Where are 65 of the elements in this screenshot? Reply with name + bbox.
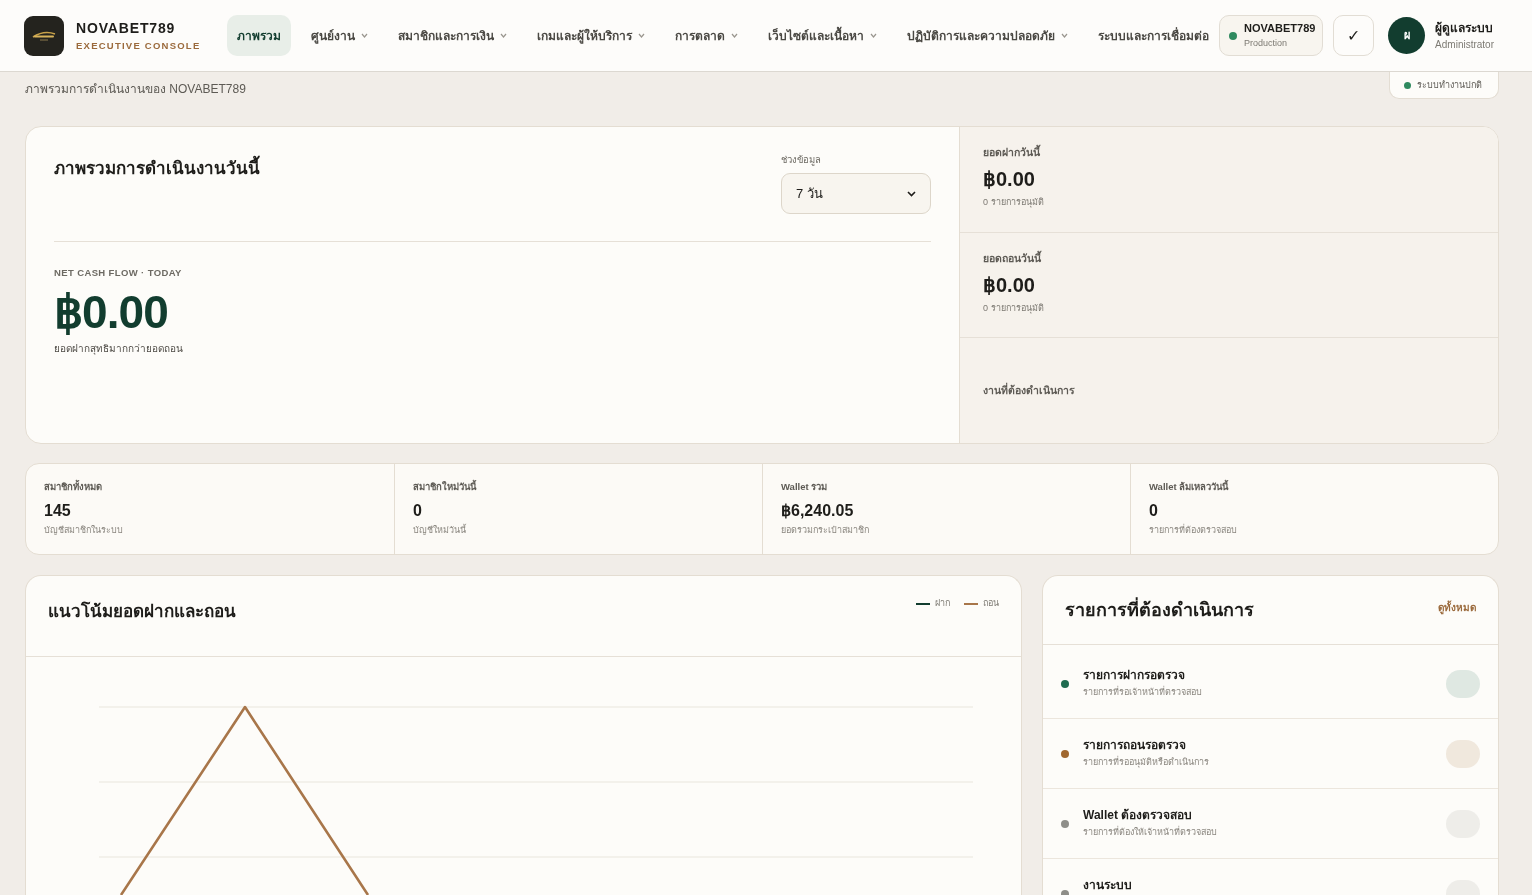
nav-tab[interactable]: ศูนย์งาน (301, 15, 379, 56)
stat-note: บัญชีสมาชิกในระบบ (44, 525, 123, 536)
stat-label: สมาชิกใหม่วันนี้ (413, 481, 476, 493)
net-cash-flow-amount: ฿0.00 (54, 288, 168, 336)
system-status-text: ระบบทำงานปกติ (1417, 79, 1482, 91)
stat-note: บัญชีใหม่วันนี้ (413, 525, 466, 536)
page-subtitle: ภาพรวมการดำเนินงานของ NOVABET789 (25, 82, 246, 96)
legend-label: ถอน (983, 598, 999, 609)
status-dot-icon (1404, 81, 1411, 89)
range-label: ช่วงข้อมูล (781, 154, 822, 166)
user-role: Administrator (1435, 38, 1494, 51)
task-subtitle: รายการที่ต้องให้เจ้าหน้าที่ตรวจสอบ (1083, 827, 1217, 838)
summary-note: 0 รายการอนุมัติ (983, 302, 1044, 314)
environment-selector[interactable]: NOVABET789 Production (1219, 15, 1324, 56)
nav-tab[interactable]: สมาชิกและการเงิน (388, 15, 518, 56)
chevron-down-icon (907, 190, 916, 197)
task-title: รายการถอนรอตรวจ (1083, 738, 1186, 753)
count-pill (1446, 669, 1480, 698)
task-subtitle: รายการที่รอเจ้าหน้าที่ตรวจสอบ (1083, 687, 1202, 698)
stat-label: Wallet รวม (781, 481, 828, 493)
net-cash-flow-note: ยอดฝากสุทธิมากกว่ายอดถอน (54, 343, 183, 355)
brand-name: NOVABET789 (76, 19, 177, 36)
logo-icon[interactable] (24, 15, 64, 56)
stat-label: Wallet ล้มเหลววันนี้ (1149, 481, 1229, 493)
summary-label: งานที่ต้องดำเนินการ (983, 384, 1075, 398)
task-row[interactable]: รายการฝากรอตรวจ รายการที่รอเจ้าหน้าที่ตรวจสอบ (1043, 649, 1498, 719)
summary-amount: ฿0.00 (983, 168, 1035, 190)
task-row[interactable]: Wallet ต้องตรวจสอบ รายการที่ต้องให้เจ้าหน้าที่ตรวจสอบ (1043, 789, 1498, 859)
nav-tab[interactable]: การตลาด (665, 15, 749, 56)
tasks-title: รายการที่ต้องดำเนินการ (1065, 599, 1254, 621)
environment-stage: Production (1244, 38, 1289, 49)
summary-label: ยอดถอนวันนี้ (983, 251, 1041, 265)
legend-label: ฝาก (935, 598, 950, 609)
task-subtitle: รายการที่รออนุมัติหรือดำเนินการ (1083, 757, 1209, 768)
brand-tagline: EXECUTIVE CONSOLE (76, 39, 202, 52)
task-title: งานระบบ (1083, 878, 1132, 893)
status-dot-icon (1229, 31, 1238, 40)
stat-label: สมาชิกทั้งหมด (44, 481, 102, 493)
count-pill (1446, 739, 1480, 768)
nav-tab[interactable]: ระบบและการเชื่อมต่อ (1088, 15, 1220, 56)
task-row[interactable]: รายการถอนรอตรวจ รายการที่รออนุมัติหรือดำเนินการ (1043, 719, 1498, 789)
net-cash-flow-label: NET CASH FLOW · TODAY (54, 267, 182, 279)
nav-tab[interactable]: เว็บไซต์และเนื้อหา (758, 15, 888, 56)
check-button[interactable]: ✓ (1333, 15, 1375, 56)
task-title: Wallet ต้องตรวจสอบ (1083, 808, 1193, 823)
task-row[interactable]: งานระบบ (1043, 859, 1498, 895)
stat-value: 0 (1149, 501, 1158, 520)
user-avatar[interactable]: ผ (1388, 17, 1426, 54)
task-title: รายการฝากรอตรวจ (1083, 668, 1185, 683)
stat-value: ฿6,240.05 (781, 501, 854, 520)
stat-value: 0 (413, 501, 422, 520)
view-all-link[interactable]: ดูทั้งหมด (1438, 599, 1476, 615)
nav-tab[interactable]: ภาพรวม (227, 15, 292, 56)
nav-tab[interactable]: ปฏิบัติการและความปลอดภัย (897, 15, 1079, 56)
stat-note: ยอดรวมกระเป๋าสมาชิก (781, 525, 869, 536)
summary-amount: ฿0.00 (983, 273, 1035, 296)
nav-tab[interactable]: เกมและผู้ให้บริการ (527, 15, 656, 56)
summary-note: 0 รายการอนุมัติ (983, 197, 1044, 208)
trend-title: แนวโน้มยอดฝากและถอน (48, 602, 236, 622)
summary-label: ยอดฝากวันนี้ (983, 146, 1040, 159)
stat-value: 145 (44, 501, 71, 520)
environment-name: NOVABET789 (1244, 22, 1316, 35)
range-select[interactable]: 7 วัน (781, 173, 931, 214)
user-name: ผู้ดูแลระบบ (1435, 20, 1494, 36)
stat-note: รายการที่ต้องตรวจสอบ (1149, 525, 1237, 536)
